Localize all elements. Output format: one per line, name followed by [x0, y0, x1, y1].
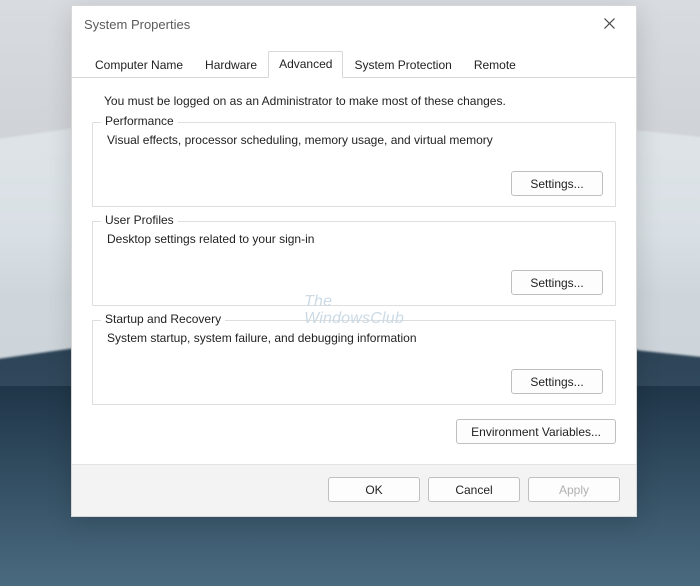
tab-system-protection[interactable]: System Protection [343, 52, 462, 78]
titlebar: System Properties [72, 6, 636, 42]
close-button[interactable] [588, 8, 630, 40]
user-profiles-description: Desktop settings related to your sign-in [107, 232, 603, 246]
cancel-button[interactable]: Cancel [428, 477, 520, 502]
startup-recovery-group-title: Startup and Recovery [101, 312, 225, 326]
tab-hardware[interactable]: Hardware [194, 52, 268, 78]
ok-button[interactable]: OK [328, 477, 420, 502]
apply-button[interactable]: Apply [528, 477, 620, 502]
performance-group: Performance Visual effects, processor sc… [92, 122, 616, 207]
performance-group-title: Performance [101, 114, 178, 128]
dialog-footer: OK Cancel Apply [72, 464, 636, 516]
admin-warning-text: You must be logged on as an Administrato… [104, 94, 616, 108]
window-title: System Properties [84, 17, 588, 32]
environment-variables-button[interactable]: Environment Variables... [456, 419, 616, 444]
system-properties-dialog: System Properties Computer Name Hardware… [71, 5, 637, 517]
startup-recovery-description: System startup, system failure, and debu… [107, 331, 603, 345]
performance-settings-button[interactable]: Settings... [511, 171, 603, 196]
close-icon [604, 16, 615, 32]
tabstrip: Computer Name Hardware Advanced System P… [72, 52, 636, 78]
tab-advanced[interactable]: Advanced [268, 51, 343, 78]
tab-computer-name[interactable]: Computer Name [84, 52, 194, 78]
tab-remote[interactable]: Remote [463, 52, 527, 78]
performance-description: Visual effects, processor scheduling, me… [107, 133, 603, 147]
user-profiles-group-title: User Profiles [101, 213, 178, 227]
tab-panel-advanced: You must be logged on as an Administrato… [72, 78, 636, 454]
user-profiles-group: User Profiles Desktop settings related t… [92, 221, 616, 306]
startup-recovery-settings-button[interactable]: Settings... [511, 369, 603, 394]
user-profiles-settings-button[interactable]: Settings... [511, 270, 603, 295]
startup-recovery-group: Startup and Recovery System startup, sys… [92, 320, 616, 405]
